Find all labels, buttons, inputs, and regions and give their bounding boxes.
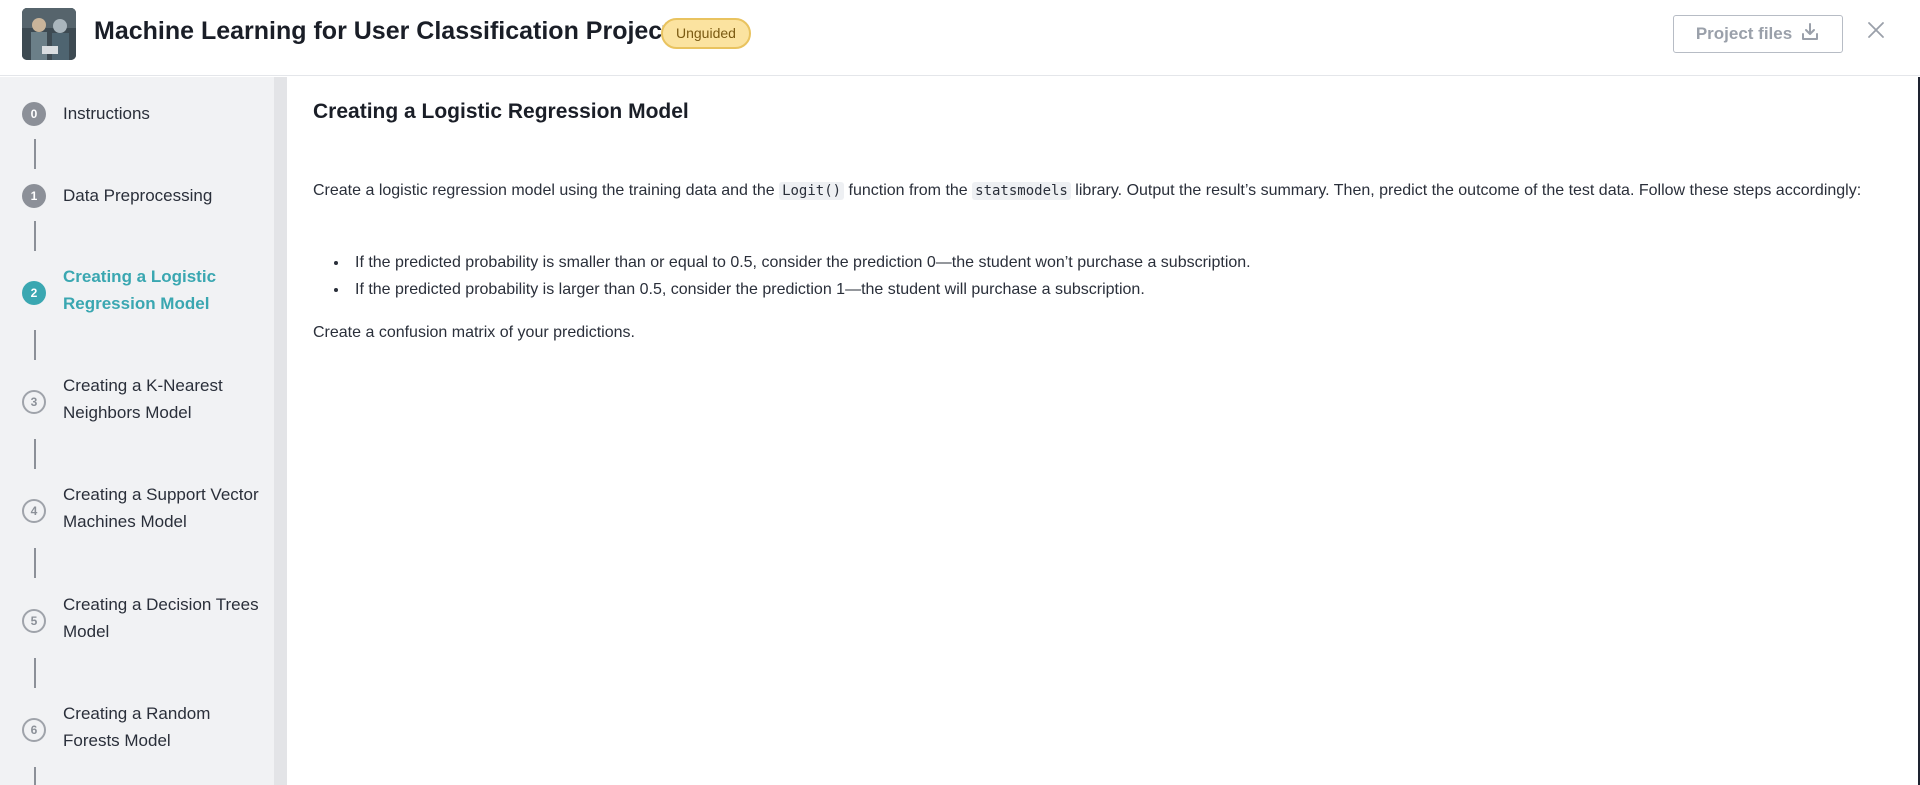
close-button[interactable]: [1862, 18, 1890, 46]
paragraph-text: function from the: [844, 182, 973, 199]
step-connector: [34, 767, 36, 785]
step-connector: [34, 330, 36, 360]
step-number: 4: [22, 499, 46, 523]
step-connector: [34, 548, 36, 578]
sidebar-step-logistic-regression[interactable]: 2 Creating a Logistic Regression Model: [22, 266, 272, 322]
step-label: Creating a K-Nearest Neighbors Model: [63, 376, 223, 422]
paragraph-text: Create a logistic regression model using…: [313, 182, 780, 199]
step-number: 0: [22, 102, 46, 126]
step-connector: [34, 139, 36, 169]
inline-code-logit: Logit(): [779, 182, 845, 200]
inline-code-statsmodels: statsmodels: [972, 182, 1071, 200]
step-label: Creating a Random Forests Model: [63, 704, 211, 750]
step-connector: [34, 439, 36, 469]
steps-sidebar: 0 Instructions 1 Data Preprocessing 2 Cr…: [0, 77, 274, 785]
step-number: 6: [22, 718, 46, 742]
instructions-paragraph: Create a logistic regression model using…: [313, 177, 1903, 205]
main-content: Creating a Logistic Regression Model Cre…: [287, 77, 1920, 785]
step-label: Data Preprocessing: [63, 186, 213, 205]
step-connector: [34, 658, 36, 688]
step-number: 3: [22, 390, 46, 414]
sidebar-step-knn[interactable]: 3 Creating a K-Nearest Neighbors Model: [22, 375, 272, 431]
step-number: 1: [22, 184, 46, 208]
bullet-item: If the predicted probability is larger t…: [349, 276, 1903, 303]
sidebar-step-instructions[interactable]: 0 Instructions: [22, 102, 272, 132]
status-badge: Unguided: [661, 18, 751, 49]
header-bar: Machine Learning for User Classification…: [0, 0, 1920, 76]
step-label: Creating a Decision Trees Model: [63, 595, 259, 641]
closing-paragraph: Create a confusion matrix of your predic…: [313, 324, 635, 341]
download-icon: [1800, 22, 1820, 47]
step-label: Instructions: [63, 104, 150, 123]
step-label: Creating a Support Vector Machines Model: [63, 485, 259, 531]
sidebar-step-svm[interactable]: 4 Creating a Support Vector Machines Mod…: [22, 484, 272, 540]
sidebar-step-random-forests[interactable]: 6 Creating a Random Forests Model: [22, 703, 272, 759]
step-connector: [34, 221, 36, 251]
project-files-button[interactable]: Project files: [1673, 15, 1843, 53]
step-label: Creating a Logistic Regression Model: [63, 267, 217, 313]
project-logo: [22, 8, 76, 60]
steps-bullet-list: If the predicted probability is smaller …: [313, 249, 1903, 303]
close-icon: [1867, 21, 1885, 44]
page-title: Machine Learning for User Classification…: [94, 17, 671, 45]
project-files-label: Project files: [1695, 24, 1793, 43]
sidebar-scrollbar[interactable]: [274, 77, 287, 785]
bullet-item: If the predicted probability is smaller …: [349, 249, 1903, 276]
sidebar-step-decision-trees[interactable]: 5 Creating a Decision Trees Model: [22, 594, 272, 650]
sidebar-step-data-preprocessing[interactable]: 1 Data Preprocessing: [22, 184, 272, 214]
step-number: 2: [22, 281, 46, 305]
section-heading: Creating a Logistic Regression Model: [313, 100, 689, 123]
step-number: 5: [22, 609, 46, 633]
paragraph-text: library. Output the result’s summary. Th…: [1070, 182, 1862, 199]
